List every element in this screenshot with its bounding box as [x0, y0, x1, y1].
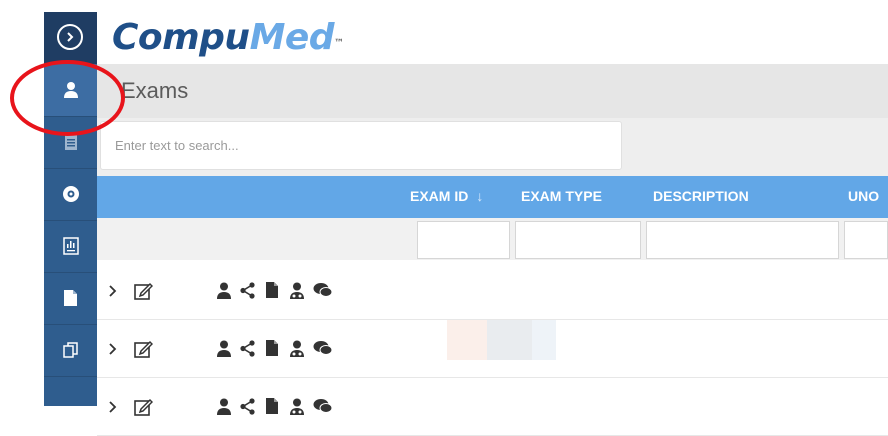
- sidebar-item-report[interactable]: [44, 220, 97, 273]
- table-row[interactable]: [97, 262, 888, 320]
- chevron-right-icon[interactable]: [108, 284, 118, 298]
- table-row[interactable]: [97, 378, 888, 436]
- sidebar-item-copy[interactable]: [44, 324, 97, 377]
- chart-checklist-icon: [62, 237, 79, 255]
- search-area: [97, 118, 888, 176]
- sidebar-toggle-area[interactable]: [44, 12, 97, 64]
- filter-exam-type[interactable]: [515, 221, 641, 259]
- column-header-exam-id-label: EXAM ID: [410, 188, 469, 204]
- sidebar-item-disc[interactable]: [44, 168, 97, 221]
- column-header-uno[interactable]: UNO: [848, 188, 879, 204]
- menu-toggle-button[interactable]: [57, 24, 83, 50]
- compumed-logo: CompuMed™: [112, 16, 344, 60]
- sort-desc-icon[interactable]: ↓: [476, 188, 483, 204]
- grid-header: EXAM ID ↓ EXAM TYPE DESCRIPTION UNO: [97, 176, 888, 218]
- filter-exam-id[interactable]: [417, 221, 510, 259]
- filter-uno[interactable]: [844, 221, 888, 259]
- physician-icon[interactable]: [289, 282, 305, 299]
- document-icon[interactable]: [265, 397, 279, 415]
- annotation-circle: [10, 60, 125, 136]
- redacted-block: [447, 320, 487, 360]
- share-icon[interactable]: [240, 282, 256, 299]
- share-icon[interactable]: [240, 340, 256, 357]
- comments-icon[interactable]: [313, 340, 333, 357]
- redacted-block: [487, 320, 532, 360]
- share-icon[interactable]: [240, 398, 256, 415]
- document-icon: [64, 290, 77, 306]
- sidebar-item-document[interactable]: [44, 272, 97, 325]
- logo-trademark: ™: [334, 38, 344, 49]
- edit-icon[interactable]: [133, 339, 153, 359]
- page-title: Exams: [121, 78, 189, 103]
- chevron-right-icon[interactable]: [108, 400, 118, 414]
- column-header-description[interactable]: DESCRIPTION: [653, 188, 749, 204]
- edit-icon[interactable]: [133, 281, 153, 301]
- comments-icon[interactable]: [313, 398, 333, 415]
- document-icon[interactable]: [265, 339, 279, 357]
- table-row[interactable]: [97, 320, 888, 378]
- logo-text-compu: Compu: [112, 17, 250, 58]
- edit-icon[interactable]: [133, 397, 153, 417]
- document-icon[interactable]: [265, 281, 279, 299]
- filter-row: [97, 218, 888, 260]
- chevron-right-icon: [67, 32, 74, 42]
- search-input[interactable]: [100, 121, 622, 170]
- patient-icon[interactable]: [216, 398, 232, 415]
- page-title-bar: Exams: [97, 64, 888, 118]
- column-header-exam-type[interactable]: EXAM TYPE: [521, 188, 602, 204]
- app-header: CompuMed™: [44, 12, 888, 64]
- patient-icon[interactable]: [216, 340, 232, 357]
- redacted-block: [532, 320, 556, 360]
- comments-icon[interactable]: [313, 282, 333, 299]
- physician-icon[interactable]: [289, 398, 305, 415]
- patient-icon[interactable]: [216, 282, 232, 299]
- chevron-right-icon[interactable]: [108, 342, 118, 356]
- column-header-exam-id[interactable]: EXAM ID ↓: [410, 188, 489, 204]
- filter-description[interactable]: [646, 221, 839, 259]
- logo-text-med: Med: [249, 17, 335, 58]
- copy-icon: [62, 342, 78, 358]
- physician-icon[interactable]: [289, 340, 305, 357]
- disc-icon: [62, 186, 79, 202]
